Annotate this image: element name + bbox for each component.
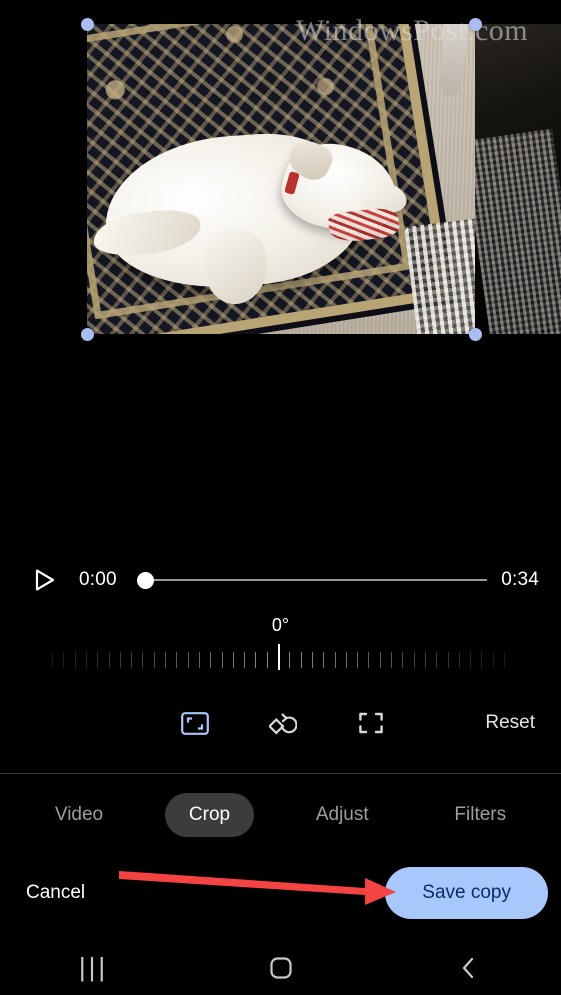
ruler-tick (391, 652, 392, 668)
editor-tab-bar[interactable]: Video Crop Adjust Filters (0, 784, 561, 846)
ruler-tick (74, 652, 76, 668)
section-divider (0, 773, 561, 774)
tab-adjust[interactable]: Adjust (292, 793, 393, 837)
seek-track-line (142, 579, 488, 581)
play-icon[interactable] (32, 567, 58, 593)
video-still-image (87, 24, 475, 334)
ruler-center-tick (278, 644, 280, 670)
ruler-tick (187, 652, 189, 668)
ruler-tick (424, 652, 426, 668)
ruler-tick (481, 652, 483, 668)
seek-thumb[interactable] (136, 571, 154, 589)
ruler-tick (85, 652, 87, 668)
cancel-button[interactable]: Cancel (26, 882, 85, 904)
save-copy-button[interactable]: Save copy (385, 866, 548, 919)
ruler-tick (447, 652, 449, 668)
ruler-tick (413, 652, 415, 668)
aspect-ratio-icon[interactable] (171, 700, 219, 746)
rotate-icon[interactable] (259, 700, 307, 746)
cropped-video-frame[interactable] (87, 24, 475, 334)
rotation-ruler-slider[interactable] (52, 644, 505, 674)
ruler-tick (108, 652, 110, 668)
ruler-tick (357, 652, 359, 668)
crop-tool-row[interactable]: Reset (0, 698, 561, 748)
ruler-tick (311, 652, 313, 668)
rotation-angle-label: 0° (271, 615, 290, 635)
ruler-tick (345, 652, 347, 668)
tab-video[interactable]: Video (31, 793, 127, 837)
ruler-tick (300, 652, 302, 668)
video-preview-area[interactable]: WindowsPost.com 0:00 0:34 0° Reset (0, 0, 561, 773)
video-frame-outside-crop (475, 24, 561, 334)
ruler-tick (255, 652, 257, 668)
back-chevron-icon[interactable] (374, 955, 561, 981)
ruler-tick (165, 652, 166, 668)
ruler-tick (142, 652, 144, 668)
crop-handle-top-left[interactable] (81, 18, 94, 31)
ruler-tick (470, 652, 472, 668)
ruler-tick (97, 652, 99, 668)
ruler-tick (289, 652, 291, 668)
android-nav-bar[interactable]: ||| (0, 940, 561, 995)
tab-filters[interactable]: Filters (430, 793, 530, 837)
crop-handle-top-right[interactable] (469, 18, 482, 31)
ruler-tick (402, 652, 404, 668)
playback-controls[interactable]: 0:00 0:34 (0, 558, 561, 602)
ruler-tick (492, 652, 494, 668)
ruler-tick (334, 652, 336, 668)
ruler-tick (458, 652, 460, 668)
ruler-tick (63, 652, 65, 668)
ruler-tick (244, 652, 246, 668)
ruler-tick (266, 652, 268, 668)
free-crop-icon[interactable] (347, 700, 395, 746)
editor-action-bar[interactable]: Cancel Save copy (0, 855, 561, 930)
ruler-tick (232, 652, 234, 668)
ruler-tick (198, 652, 200, 668)
ruler-tick (131, 652, 133, 668)
ruler-tick (210, 652, 212, 668)
ruler-tick (368, 652, 370, 668)
ruler-tick (176, 652, 178, 668)
crop-handle-bottom-right[interactable] (469, 328, 482, 341)
ruler-tick (436, 652, 438, 668)
ruler-tick (221, 652, 223, 668)
ruler-tick (379, 652, 381, 668)
ruler-tick (153, 652, 155, 668)
tab-crop[interactable]: Crop (164, 793, 255, 837)
ruler-tick (52, 652, 53, 668)
home-square-icon[interactable] (187, 955, 374, 981)
checkered-blanket (404, 217, 475, 334)
reset-button[interactable]: Reset (485, 712, 535, 734)
recents-icon[interactable]: ||| (0, 952, 187, 983)
total-time-label: 0:34 (501, 569, 539, 590)
crop-handle-bottom-left[interactable] (81, 328, 94, 341)
ruler-tick (119, 652, 121, 668)
checkered-fabric-region (475, 128, 561, 334)
current-time-label: 0:00 (79, 569, 117, 590)
seek-bar[interactable] (136, 570, 488, 590)
ruler-tick (323, 652, 325, 668)
ruler-tick (504, 652, 505, 668)
